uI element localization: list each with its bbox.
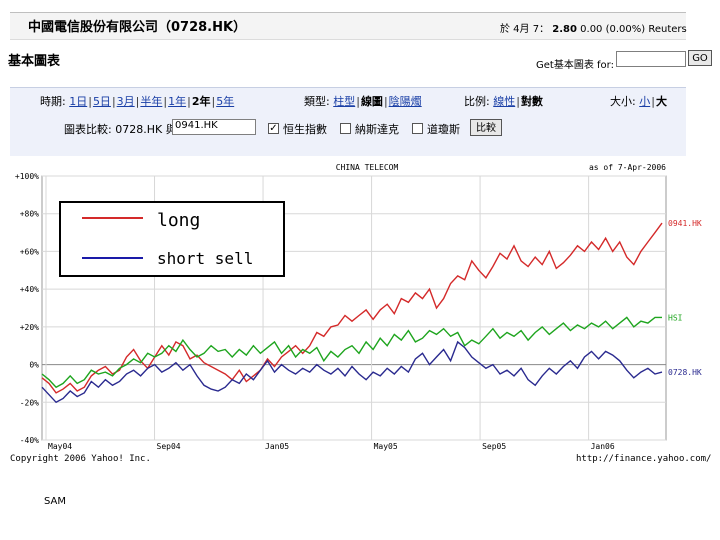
legend-short-label: short sell <box>157 249 253 268</box>
y-tick-label: +100% <box>15 172 39 181</box>
x-tick-label: May05 <box>374 442 398 451</box>
x-tick-label: Jan05 <box>265 442 289 451</box>
y-tick-label: 0% <box>29 361 39 370</box>
x-axis-ticks: May04 Sep04 Jan05 May05 Sep05 Jan06 <box>48 442 615 451</box>
series-end-label: 0941.HK <box>668 219 702 228</box>
y-tick-label: +80% <box>20 210 39 219</box>
series-end-label: 0728.HK <box>668 368 702 377</box>
note-text: SAM <box>44 496 67 507</box>
y-axis-ticks: +100% +80% +60% +40% +20% 0% -20% -40% <box>15 172 39 445</box>
chart-title: CHINA TELECOM <box>336 163 399 172</box>
series-end-labels: 0941.HK HSI 0728.HK <box>668 219 702 377</box>
y-tick-label: +20% <box>20 323 39 332</box>
x-tick-label: Jan06 <box>591 442 615 451</box>
chart-date-note: as of 7-Apr-2006 <box>589 163 666 172</box>
y-tick-label: -40% <box>20 436 39 445</box>
x-tick-label: Sep05 <box>482 442 506 451</box>
x-tick-label: Sep04 <box>157 442 181 451</box>
legend-long-label: long <box>157 210 200 231</box>
y-tick-label: +60% <box>20 247 39 256</box>
y-tick-label: +40% <box>20 285 39 294</box>
footer-url[interactable]: http://finance.yahoo.com/ <box>576 454 711 464</box>
footer-copyright: Copyright 2006 Yahoo! Inc. <box>10 454 151 464</box>
series-end-label: HSI <box>668 313 683 322</box>
y-tick-label: -20% <box>20 398 39 407</box>
legend-box: long short sell <box>59 201 285 277</box>
x-tick-label: May04 <box>48 442 72 451</box>
